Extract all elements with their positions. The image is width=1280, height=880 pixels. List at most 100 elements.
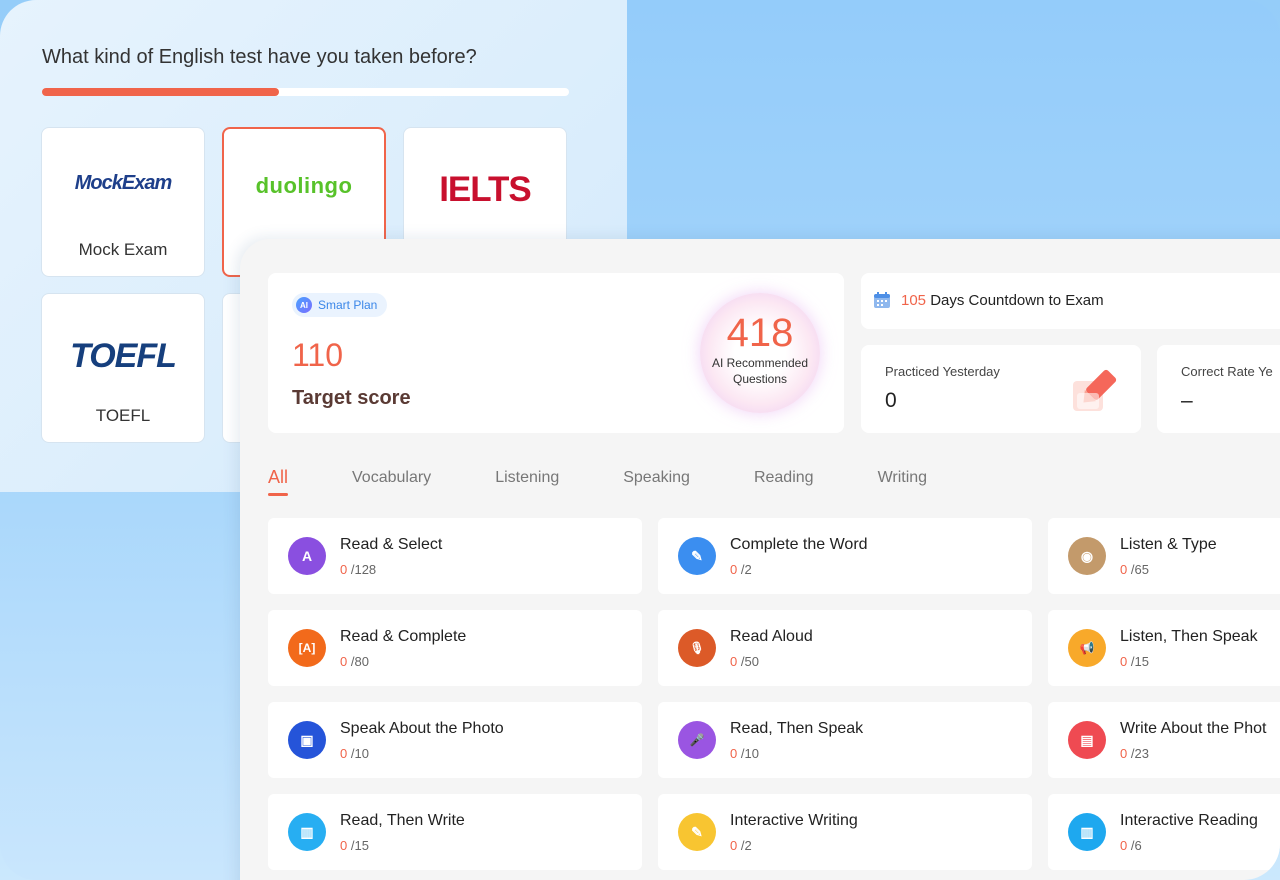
ai-recommended-label: AI Recommended Questions bbox=[711, 356, 809, 386]
target-score-label: Target score bbox=[292, 387, 411, 409]
question-total-count: /23 bbox=[1127, 746, 1149, 761]
audio-wave-icon: ◉ bbox=[1068, 537, 1106, 575]
photo-chart-icon: ▣ bbox=[288, 721, 326, 759]
question-progress: 0 /50 bbox=[730, 654, 759, 669]
question-progress: 0 /23 bbox=[1120, 746, 1149, 761]
countdown-text: 105 Days Countdown to Exam bbox=[901, 292, 1104, 309]
test-option-label: TOEFL bbox=[95, 406, 151, 425]
test-option-toefl[interactable]: TOEFL TOEFL bbox=[41, 293, 205, 443]
karaoke-mic-icon: 🎤 bbox=[678, 721, 716, 759]
tab-reading[interactable]: Reading bbox=[754, 469, 814, 501]
question-progress: 0 /15 bbox=[1120, 654, 1149, 669]
microphone-icon: 🎙 bbox=[678, 629, 716, 667]
question-type-card[interactable]: A Read & Select 0 /128 bbox=[268, 518, 642, 594]
question-progress: 0 /2 bbox=[730, 838, 752, 853]
question-type-card[interactable]: ✎ Complete the Word 0 /2 bbox=[658, 518, 1032, 594]
question-progress: 0 /128 bbox=[340, 562, 376, 577]
onboarding-progress-bar bbox=[42, 88, 569, 96]
question-type-title: Read & Complete bbox=[340, 628, 467, 645]
calendar-icon bbox=[874, 292, 890, 308]
exam-countdown-card[interactable]: 105 Days Countdown to Exam bbox=[861, 273, 1280, 329]
question-type-card[interactable]: ▥ Interactive Reading 0 /6 bbox=[1048, 794, 1280, 870]
question-progress: 0 /2 bbox=[730, 562, 752, 577]
question-type-card[interactable]: ▤ Write About the Phot 0 /23 bbox=[1048, 702, 1280, 778]
ielts-logo: IELTS bbox=[439, 170, 532, 209]
practiced-yesterday-value: 0 bbox=[885, 389, 897, 412]
question-total-count: /80 bbox=[347, 654, 369, 669]
onboarding-progress-fill bbox=[42, 88, 280, 96]
note-edit-icon: ✎ bbox=[678, 813, 716, 851]
practiced-yesterday-label: Practiced Yesterday bbox=[885, 364, 1000, 379]
question-progress: 0 /65 bbox=[1120, 562, 1149, 577]
question-type-title: Interactive Writing bbox=[730, 812, 858, 829]
question-type-title: Read, Then Speak bbox=[730, 720, 864, 737]
question-type-card[interactable]: ▥ Read, Then Write 0 /15 bbox=[268, 794, 642, 870]
question-type-title: Listen & Type bbox=[1120, 536, 1217, 553]
app-frame: What kind of English test have you taken… bbox=[0, 0, 1280, 880]
bracket-a-icon: [A] bbox=[288, 629, 326, 667]
question-type-title: Speak About the Photo bbox=[340, 720, 504, 737]
question-total-count: /50 bbox=[737, 654, 759, 669]
question-progress: 0 /15 bbox=[340, 838, 369, 853]
test-option-label: Mock Exam bbox=[78, 240, 168, 259]
question-type-title: Read & Select bbox=[340, 536, 443, 553]
tab-listening[interactable]: Listening bbox=[495, 469, 559, 501]
question-type-card[interactable]: ✎ Interactive Writing 0 /2 bbox=[658, 794, 1032, 870]
ai-icon: AI bbox=[296, 297, 312, 313]
question-total-count: /2 bbox=[737, 838, 752, 853]
question-type-title: Listen, Then Speak bbox=[1120, 628, 1258, 645]
target-score-value: 110 bbox=[292, 337, 344, 373]
tab-vocabulary[interactable]: Vocabulary bbox=[352, 469, 431, 501]
practice-dashboard: AI Smart Plan 110 Target score 418 AI Re… bbox=[240, 239, 1280, 880]
question-progress: 0 /6 bbox=[1120, 838, 1142, 853]
question-total-count: /6 bbox=[1127, 838, 1142, 853]
question-type-card[interactable]: ◉ Listen & Type 0 /65 bbox=[1048, 518, 1280, 594]
question-type-title: Complete the Word bbox=[730, 536, 868, 553]
pencil-icon bbox=[1073, 369, 1117, 411]
tab-writing[interactable]: Writing bbox=[878, 469, 928, 501]
correct-rate-card: Correct Rate Ye – bbox=[1157, 345, 1280, 433]
tab-speaking[interactable]: Speaking bbox=[623, 469, 690, 501]
question-type-card[interactable]: 🎙 Read Aloud 0 /50 bbox=[658, 610, 1032, 686]
countdown-label: Days Countdown to Exam bbox=[926, 292, 1104, 309]
question-total-count: /15 bbox=[1127, 654, 1149, 669]
onboarding-question: What kind of English test have you taken… bbox=[42, 46, 477, 68]
question-total-count: /128 bbox=[347, 562, 377, 577]
question-total-count: /10 bbox=[347, 746, 369, 761]
question-total-count: /2 bbox=[737, 562, 752, 577]
smart-plan-card[interactable]: AI Smart Plan 110 Target score 418 AI Re… bbox=[268, 273, 844, 433]
megaphone-icon: 📢 bbox=[1068, 629, 1106, 667]
practiced-yesterday-card: Practiced Yesterday 0 bbox=[861, 345, 1141, 433]
ai-recommended-count: 418 bbox=[726, 311, 794, 355]
smart-plan-badge-label: Smart Plan bbox=[318, 298, 378, 312]
test-option-mock-exam[interactable]: MockExam Mock Exam bbox=[41, 127, 205, 277]
correct-rate-value: – bbox=[1181, 389, 1193, 412]
document-edit-icon: ✎ bbox=[678, 537, 716, 575]
question-type-card[interactable]: ▣ Speak About the Photo 0 /10 bbox=[268, 702, 642, 778]
countdown-days: 105 bbox=[901, 292, 927, 309]
question-progress: 0 /10 bbox=[730, 746, 759, 761]
document-icon: ▥ bbox=[1068, 813, 1106, 851]
duolingo-logo: duolingo bbox=[255, 173, 353, 198]
question-type-title: Write About the Phot bbox=[1120, 720, 1267, 737]
question-type-card[interactable]: [A] Read & Complete 0 /80 bbox=[268, 610, 642, 686]
question-type-title: Read, Then Write bbox=[340, 812, 465, 829]
question-total-count: /65 bbox=[1127, 562, 1149, 577]
image-icon: ▤ bbox=[1068, 721, 1106, 759]
correct-rate-label: Correct Rate Ye bbox=[1181, 364, 1273, 379]
question-type-card[interactable]: 📢 Listen, Then Speak 0 /15 bbox=[1048, 610, 1280, 686]
smart-plan-badge: AI Smart Plan bbox=[292, 293, 388, 317]
question-type-title: Interactive Reading bbox=[1120, 812, 1258, 829]
question-progress: 0 /10 bbox=[340, 746, 369, 761]
mock-exam-logo: MockExam bbox=[74, 172, 172, 194]
toefl-logo: TOEFL bbox=[70, 337, 177, 375]
question-type-title: Read Aloud bbox=[730, 628, 813, 645]
tab-all[interactable]: All bbox=[268, 467, 289, 501]
question-type-card[interactable]: 🎤 Read, Then Speak 0 /10 bbox=[658, 702, 1032, 778]
document-icon: ▥ bbox=[288, 813, 326, 851]
ai-recommended-orb[interactable]: 418 AI Recommended Questions bbox=[700, 293, 820, 413]
letter-a-icon: A bbox=[288, 537, 326, 575]
question-total-count: /10 bbox=[737, 746, 759, 761]
question-total-count: /15 bbox=[347, 838, 369, 853]
question-type-tabs: All Vocabulary Listening Speaking Reading Wri… bbox=[268, 467, 991, 501]
